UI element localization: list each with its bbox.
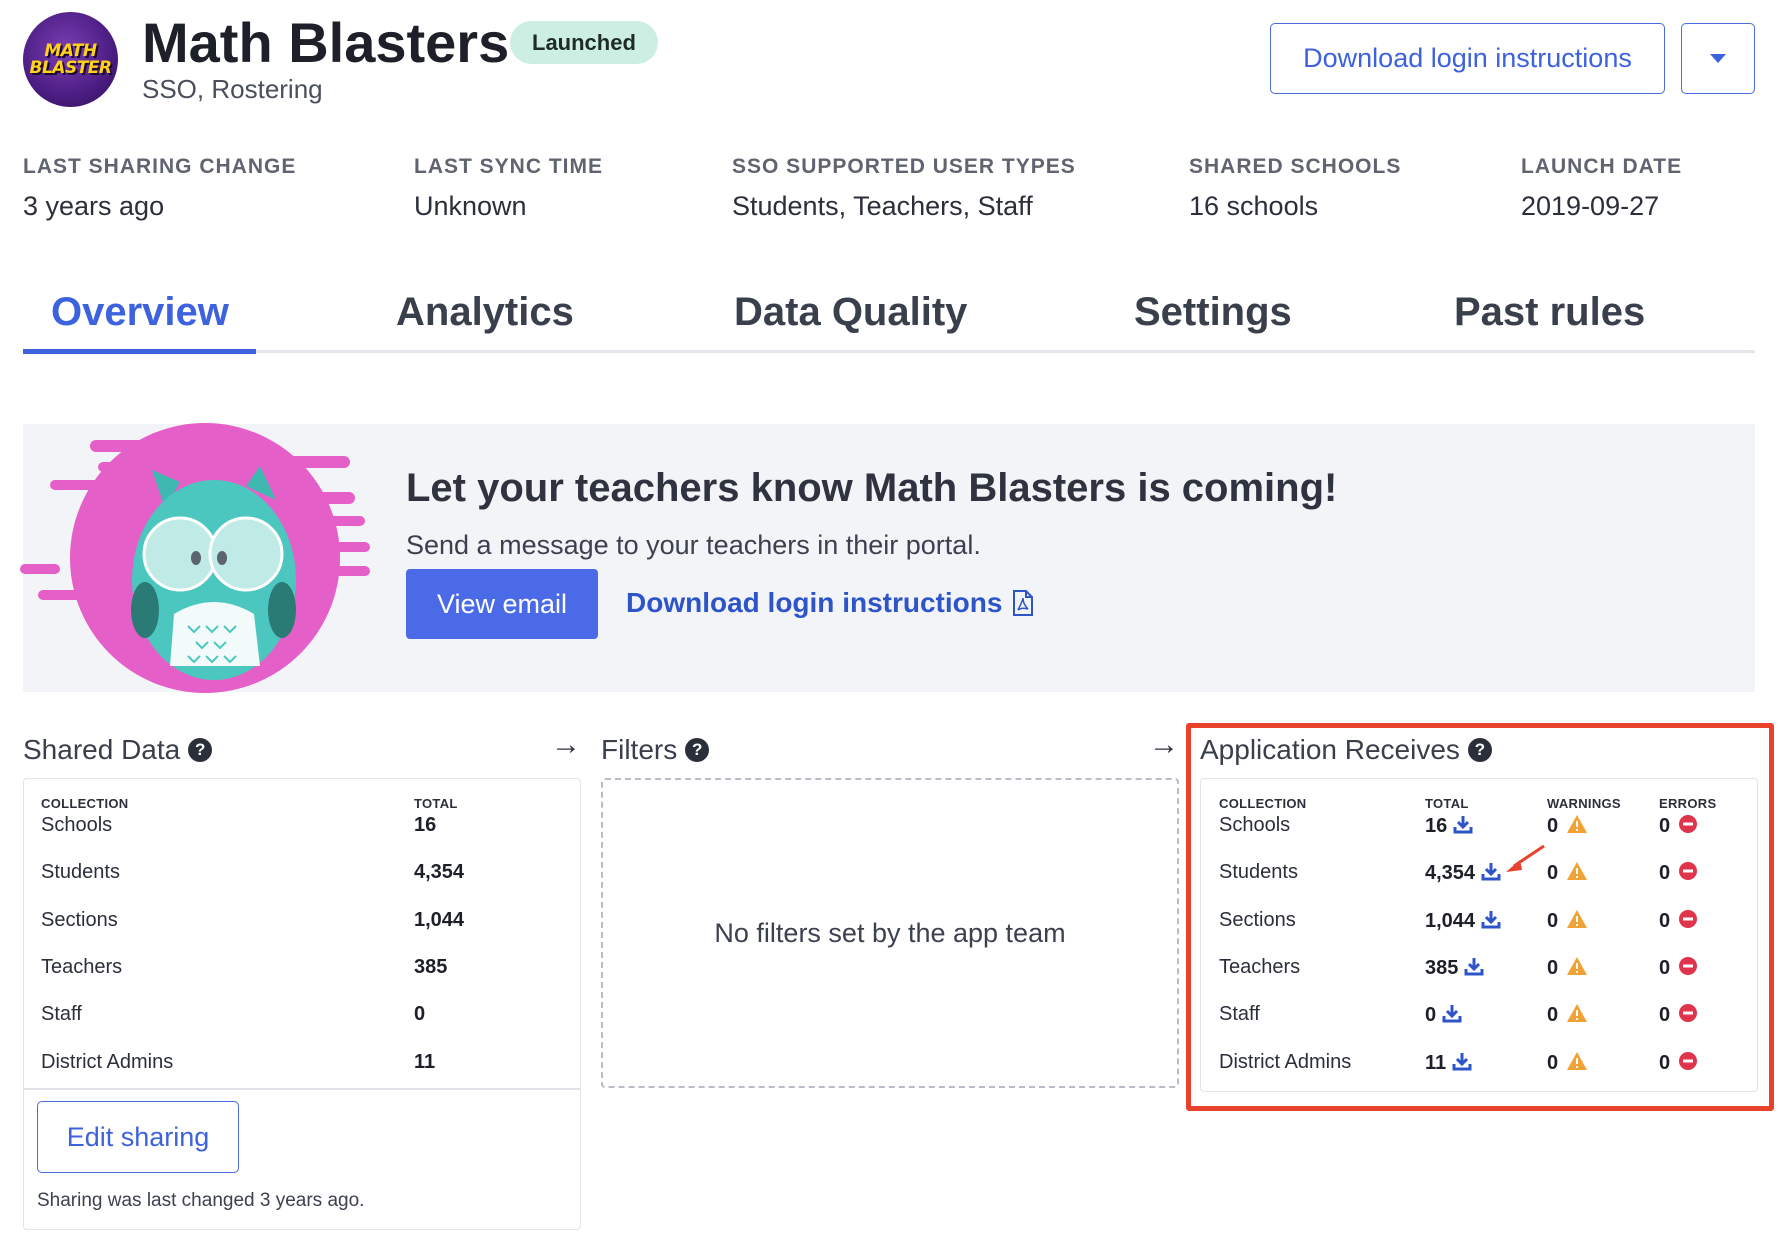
shared-row-collection: Staff <box>41 1003 82 1025</box>
meta-label-launch-date: LAUNCH DATE <box>1521 155 1683 178</box>
help-icon[interactable]: ? <box>685 738 710 762</box>
filters-header: Filters ? <box>601 734 710 766</box>
tabs-divider <box>23 350 1755 353</box>
view-email-button[interactable]: View email <box>406 569 598 639</box>
shared-row-total: 11 <box>414 1051 436 1073</box>
tab-overview[interactable]: Overview <box>51 290 229 335</box>
pdf-icon <box>1013 590 1034 616</box>
app-logo: MATH BLASTER <box>23 12 118 107</box>
filters-empty-box: No filters set by the app team <box>601 778 1179 1088</box>
filters-title: Filters <box>601 734 678 765</box>
active-tab-indicator <box>23 349 256 354</box>
shared-data-header: Shared Data ? <box>23 734 213 766</box>
shared-row-collection: Students <box>41 861 120 883</box>
status-badge: Launched <box>510 21 658 64</box>
shared-row-total: 1,044 <box>414 909 465 931</box>
arrow-right-icon: → <box>1149 728 1179 761</box>
tab-past-rules[interactable]: Past rules <box>1454 290 1645 335</box>
shared-data-title: Shared Data <box>23 734 181 765</box>
owl-illustration <box>20 423 370 693</box>
shared-row-collection: District Admins <box>41 1051 174 1073</box>
meta-value-last-sharing-change: 3 years ago <box>23 191 165 221</box>
sharing-note: Sharing was last changed 3 years ago. <box>37 1190 365 1211</box>
meta-label-last-sync-time: LAST SYNC TIME <box>414 155 604 178</box>
tab-settings[interactable]: Settings <box>1134 290 1292 335</box>
highlight-box <box>1186 723 1774 1111</box>
app-subtitle: SSO, Rostering <box>142 74 323 104</box>
shared-row-collection: Schools <box>41 814 113 836</box>
shared-row-total: 4,354 <box>414 861 465 883</box>
shared-row-collection: Sections <box>41 909 118 931</box>
shared-col-total: TOTAL <box>414 796 458 811</box>
download-login-instructions-button[interactable]: Download login instructions <box>1270 23 1665 94</box>
shared-col-collection: COLLECTION <box>41 796 129 811</box>
help-icon[interactable]: ? <box>188 738 213 762</box>
options-dropdown-button[interactable] <box>1681 23 1755 94</box>
logo-text: MATH BLASTER <box>29 40 113 78</box>
meta-label-last-sharing-change: LAST SHARING CHANGE <box>23 155 297 178</box>
meta-value-launch-date: 2019-09-27 <box>1521 191 1660 221</box>
arrow-right-icon: → <box>551 728 581 761</box>
meta-label-shared-schools: SHARED SCHOOLS <box>1189 155 1402 178</box>
meta-value-shared-schools: 16 schools <box>1189 191 1319 221</box>
download-login-instructions-link[interactable]: Download login instructions <box>626 587 1034 619</box>
card-divider <box>23 1088 581 1090</box>
edit-sharing-button[interactable]: Edit sharing <box>37 1101 239 1173</box>
meta-value-last-sync-time: Unknown <box>414 191 527 221</box>
banner-text: Send a message to your teachers in their… <box>406 530 981 560</box>
shared-row-collection: Teachers <box>41 956 123 978</box>
app-title: Math Blasters <box>142 11 510 74</box>
shared-row-total: 0 <box>414 1003 426 1025</box>
tab-analytics[interactable]: Analytics <box>396 290 574 335</box>
banner-title: Let your teachers know Math Blasters is … <box>406 466 1338 510</box>
chevron-down-icon <box>1710 54 1726 63</box>
tab-data-quality[interactable]: Data Quality <box>734 290 967 335</box>
filters-empty-text: No filters set by the app team <box>714 917 1066 948</box>
shared-row-total: 385 <box>414 956 448 978</box>
download-link-label: Download login instructions <box>626 587 1003 618</box>
meta-value-sso-user-types: Students, Teachers, Staff <box>732 191 1033 221</box>
shared-row-total: 16 <box>414 814 437 836</box>
meta-label-sso-user-types: SSO SUPPORTED USER TYPES <box>732 155 1076 178</box>
